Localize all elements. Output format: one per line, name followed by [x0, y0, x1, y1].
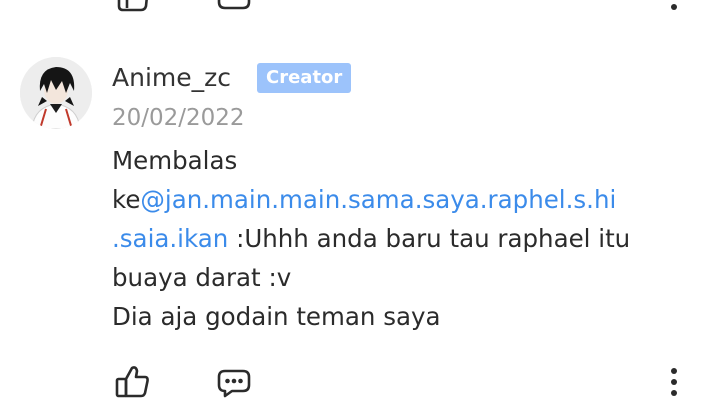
comment-line-4: buaya darat :v: [112, 263, 292, 292]
reply-to-lead: ke: [112, 185, 141, 214]
previous-reply-button[interactable]: [214, 0, 254, 16]
comment-actions: [0, 360, 720, 404]
comment-date: 20/02/2022: [112, 105, 245, 131]
avatar[interactable]: [20, 57, 92, 129]
previous-comment-actions: [0, 0, 720, 16]
more-vertical-icon: [671, 4, 677, 10]
more-vertical-icon: [671, 368, 677, 396]
previous-more-button[interactable]: [664, 0, 684, 16]
more-options-button[interactable]: [664, 364, 684, 400]
mention-link-continued[interactable]: .saia.ikan: [112, 224, 228, 253]
previous-like-button[interactable]: [112, 0, 152, 16]
reply-prefix: Membalas: [112, 146, 238, 175]
comment-line-5: Dia aja godain teman saya: [112, 302, 441, 331]
text-after-mention: :Uhhh anda baru tau raphael itu: [228, 224, 631, 253]
thumbs-up-icon: [117, 0, 148, 12]
comment-header: Anime_zc Creator: [112, 60, 352, 96]
mention-line: .saia.ikan :Uhhh anda baru tau raphael i…: [112, 219, 702, 258]
reply-button[interactable]: [214, 364, 254, 400]
like-button[interactable]: [112, 364, 152, 400]
mention-link[interactable]: @jan.main.main.sama.saya.raphel.s.hi: [140, 185, 616, 214]
comment-bubble-icon: [217, 0, 251, 10]
avatar-image: [20, 57, 92, 129]
comment-body: Membalas ke@jan.main.main.sama.saya.raph…: [112, 141, 702, 336]
reply-line: ke@jan.main.main.sama.saya.raphel.s.hi: [112, 180, 702, 219]
creator-badge: Creator: [257, 63, 352, 93]
thumbs-up-icon: [115, 366, 149, 398]
author-name[interactable]: Anime_zc: [112, 60, 231, 96]
comment-bubble-icon: [217, 369, 251, 398]
